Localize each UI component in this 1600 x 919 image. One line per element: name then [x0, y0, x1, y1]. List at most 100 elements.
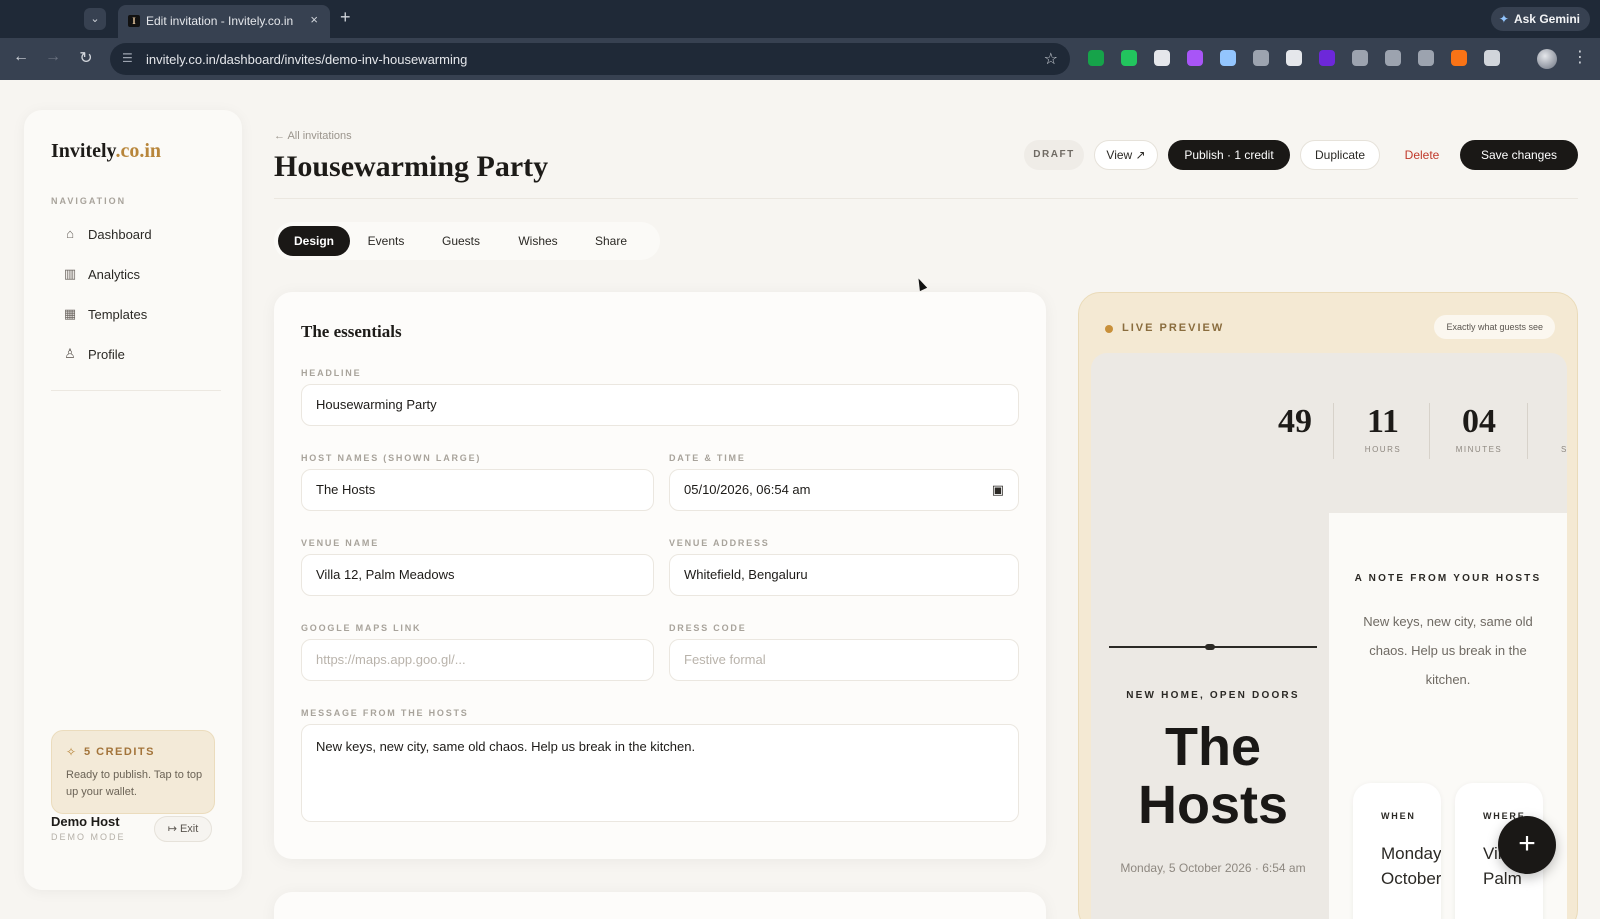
brand-tld: .co.in — [115, 140, 162, 162]
countdown-hours-value: 11 — [1366, 403, 1400, 440]
extension-icon[interactable] — [1187, 50, 1203, 66]
tab-title: Edit invitation - Invitely.co.in — [146, 14, 294, 28]
home-icon: ⌂ — [66, 226, 74, 241]
duplicate-button[interactable]: Duplicate — [1300, 140, 1380, 170]
mouse-cursor-icon — [914, 276, 928, 292]
dress-code-field[interactable]: Festive formal — [669, 639, 1019, 681]
gemini-spark-icon: ✦ — [1498, 12, 1509, 26]
sidebar-item-templates[interactable]: ▦ Templates — [62, 304, 222, 326]
credits-title: 5 CREDITS — [84, 746, 155, 758]
publish-button[interactable]: Publish · 1 credit — [1168, 140, 1290, 170]
new-tab-button[interactable]: + — [340, 7, 351, 28]
extension-icon[interactable] — [1286, 50, 1302, 66]
ask-gemini-button[interactable]: ✦ Ask Gemini — [1490, 7, 1590, 31]
date-time-label: DATE & TIME — [669, 453, 746, 463]
preview-chip: Exactly what guests see — [1434, 315, 1555, 339]
date-time-value: 05/10/2026, 06:54 am — [684, 482, 811, 497]
credits-text: Ready to publish. Tap to top up your wal… — [66, 769, 203, 798]
live-preview-panel: LIVE PREVIEW Exactly what guests see 49 … — [1078, 292, 1578, 919]
date-time-field[interactable]: 05/10/2026, 06:54 am ▣ — [669, 469, 1019, 511]
host-note-title: A NOTE FROM YOUR HOSTS — [1354, 573, 1542, 584]
save-changes-button[interactable]: Save changes — [1460, 140, 1578, 170]
sidebar-item-label: Profile — [88, 347, 125, 362]
bookmark-star-icon[interactable]: ☆ — [1044, 49, 1058, 69]
host-note-text: New keys, new city, same old chaos. Help… — [1363, 614, 1533, 687]
tab-share[interactable]: Share — [580, 226, 642, 256]
tab-events[interactable]: Events — [354, 226, 418, 256]
when-card: WHEN Monday 5 October — [1353, 783, 1441, 919]
address-bar[interactable]: ☰ invitely.co.in/dashboard/invites/demo-… — [110, 43, 1070, 75]
extension-icon[interactable] — [1154, 50, 1170, 66]
card-title: The essentials — [301, 322, 402, 341]
browser-toolbar: ← → ↻ ☰ invitely.co.in/dashboard/invites… — [0, 38, 1600, 80]
status-badge: DRAFT — [1024, 140, 1084, 170]
message-label: MESSAGE FROM THE HOSTS — [301, 708, 469, 718]
sidebar-item-analytics[interactable]: ▥ Analytics — [62, 264, 222, 286]
host-mode: DEMO MODE — [51, 832, 126, 842]
preview-eyebrow: NEW HOME, OPEN DOORS — [1126, 690, 1300, 701]
sparkle-icon: ✧ — [66, 745, 77, 759]
chart-icon: ▥ — [63, 266, 77, 281]
countdown-minutes-unit: MINUTES — [1455, 445, 1503, 454]
preview-screen[interactable]: 49 11 HOURS 04 MINUTES S NEW HOME, OPEN … — [1091, 353, 1567, 919]
message-textarea[interactable]: New keys, new city, same old chaos. Help… — [301, 724, 1019, 822]
extension-icon[interactable] — [1220, 50, 1236, 66]
site-info-icon[interactable]: ☰ — [122, 51, 133, 65]
nav-heading: NAVIGATION — [51, 196, 127, 206]
favicon-icon: I — [128, 15, 140, 27]
reload-icon[interactable]: ↻ — [76, 48, 96, 68]
when-value: Monday 5 October — [1381, 844, 1441, 888]
live-preview-label: LIVE PREVIEW — [1122, 322, 1225, 334]
sidebar-item-dashboard[interactable]: ⌂ Dashboard — [62, 224, 222, 246]
host-names-label: HOST NAMES (SHOWN LARGE) — [301, 453, 482, 463]
address-url: invitely.co.in/dashboard/invites/demo-in… — [146, 52, 468, 67]
countdown-minutes-value: 04 — [1462, 403, 1496, 440]
credits-card[interactable]: ✧ 5 CREDITS Ready to publish. Tap to top… — [51, 730, 215, 814]
extension-icon[interactable] — [1253, 50, 1269, 66]
tab-guests[interactable]: Guests — [428, 226, 494, 256]
host-names-field[interactable]: The Hosts — [301, 469, 654, 511]
view-button[interactable]: View ↗ — [1094, 140, 1158, 170]
tab-wishes[interactable]: Wishes — [504, 226, 572, 256]
browser-tab-bar: ⌄ I Edit invitation - Invitely.co.in × +… — [0, 0, 1600, 38]
headline-field[interactable]: Housewarming Party — [301, 384, 1019, 426]
exit-button[interactable]: ↦ Exit — [154, 816, 212, 842]
maps-link-field[interactable]: https://maps.app.goo.gl/... — [301, 639, 654, 681]
extension-icon[interactable] — [1418, 50, 1434, 66]
countdown-days-value: 49 — [1278, 403, 1312, 440]
header-divider — [274, 198, 1578, 199]
extension-icon[interactable] — [1319, 50, 1335, 66]
preview-date: Monday, 5 October 2026 · 6:54 am — [1120, 861, 1306, 875]
sidebar-item-profile[interactable]: ♙ Profile — [62, 344, 222, 366]
extension-icon[interactable] — [1352, 50, 1368, 66]
extension-icon[interactable] — [1451, 50, 1467, 66]
browser-tab[interactable]: I Edit invitation - Invitely.co.in × — [118, 5, 330, 38]
tab-design[interactable]: Design — [278, 226, 350, 256]
preview-rule-knob — [1205, 644, 1215, 650]
live-dot-icon — [1105, 325, 1113, 333]
user-icon: ♙ — [64, 346, 76, 361]
extension-icon[interactable] — [1121, 50, 1137, 66]
back-arrow-icon[interactable]: ← — [11, 48, 31, 66]
extension-icon[interactable] — [1088, 50, 1104, 66]
browser-menu-icon[interactable]: ⋮ — [1572, 47, 1588, 67]
forward-arrow-icon[interactable]: → — [43, 48, 63, 66]
delete-button[interactable]: Delete — [1392, 140, 1452, 170]
dress-code-label: DRESS CODE — [669, 623, 747, 633]
back-to-invitations-link[interactable]: ← All invitations — [274, 130, 352, 142]
extension-icon[interactable] — [1385, 50, 1401, 66]
browser-profile-avatar[interactable] — [1537, 49, 1557, 69]
maps-link-label: GOOGLE MAPS LINK — [301, 623, 422, 633]
sidebar-item-label: Analytics — [88, 267, 141, 282]
tab-close-button[interactable]: × — [310, 12, 318, 27]
venue-name-field[interactable]: Villa 12, Palm Meadows — [301, 554, 654, 596]
host-name: Demo Host — [51, 814, 120, 829]
calendar-icon[interactable]: ▣ — [992, 470, 1004, 510]
add-fab-button[interactable]: + — [1498, 816, 1556, 874]
essentials-card: The essentials HEADLINE Housewarming Par… — [274, 292, 1046, 859]
countdown-seconds-unit: S — [1561, 445, 1567, 454]
extension-icon[interactable] — [1484, 50, 1500, 66]
tab-list-button[interactable]: ⌄ — [84, 8, 106, 30]
venue-address-field[interactable]: Whitefield, Bengaluru — [669, 554, 1019, 596]
brand-logo[interactable]: Invitely.co.in — [51, 140, 161, 163]
